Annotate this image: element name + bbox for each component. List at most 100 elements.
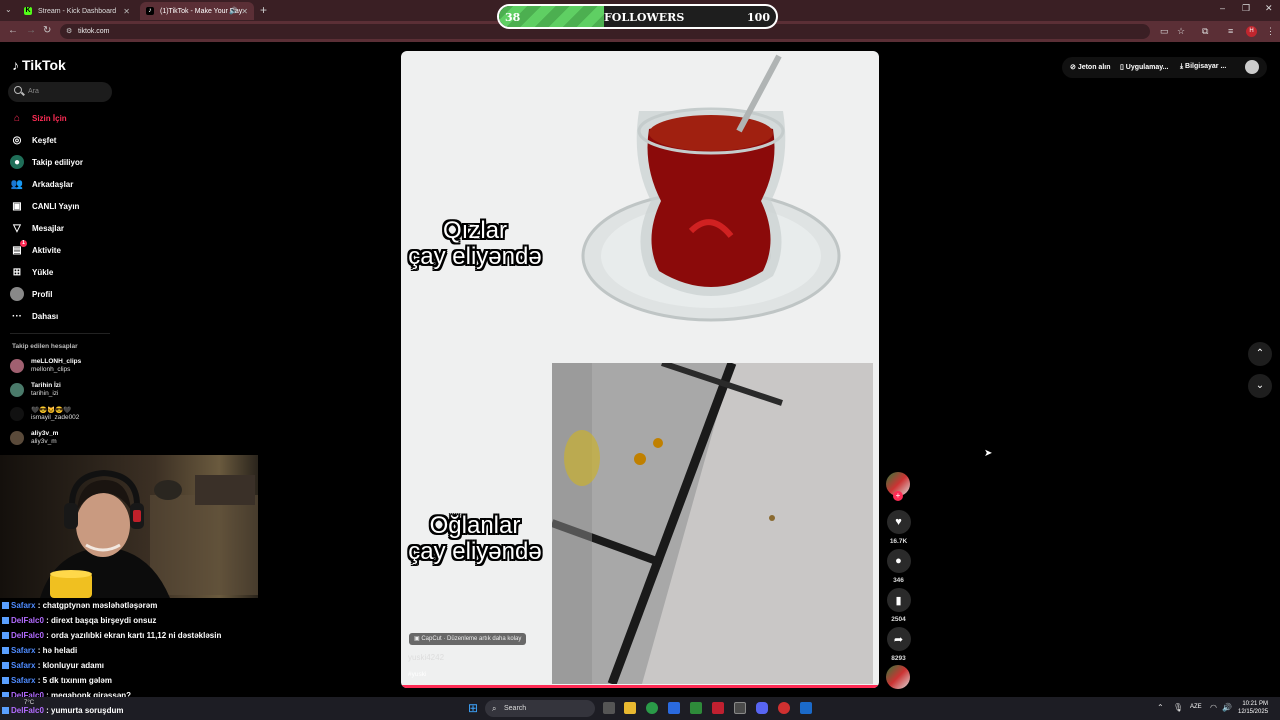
nav-messages[interactable]: ▽ Mesajlar [10, 220, 64, 236]
capcut-text: CapCut · Düzenleme artık daha kolay [421, 636, 522, 642]
like-button[interactable]: ♥ 16.7K [886, 510, 911, 545]
store-icon[interactable] [668, 702, 680, 714]
chat-user: Safarx [11, 646, 36, 655]
chat-message: DelFalc0 : yumurta soruşdum [2, 706, 123, 715]
nav-label: Arkadaşlar [32, 179, 74, 189]
bookmark-star-icon[interactable]: ☆ [1177, 26, 1185, 37]
reload-icon[interactable]: ↻ [43, 25, 51, 36]
tab-tiktok[interactable]: ♪ (1)TikTok - Make Your Day 🔊 ✕ [140, 2, 254, 20]
profile-icon [10, 287, 24, 301]
streamer-image [40, 469, 258, 598]
nav-label: Dahası [32, 311, 59, 321]
get-coins-button[interactable]: ⊘ Jeton alın [1070, 63, 1111, 71]
like-count: 16.7K [889, 538, 908, 545]
discord-icon[interactable] [756, 702, 768, 714]
media-icon[interactable]: ≡ [1228, 26, 1233, 36]
comment-button[interactable]: ● 346 [886, 549, 911, 584]
nav-for-you[interactable]: ⌂ Sizin İçin [10, 110, 67, 126]
tray-chevron-icon[interactable]: ⌃ [1157, 703, 1164, 712]
nav-more[interactable]: ··· Dahası [10, 308, 58, 324]
music-disc-icon[interactable] [886, 665, 910, 689]
badge-icon [2, 662, 9, 669]
get-app-button[interactable]: ▯ Uygulamay... [1120, 63, 1168, 71]
close-window-icon[interactable]: ✕ [1265, 3, 1273, 14]
app-icon[interactable] [778, 702, 790, 714]
nav-label: CANLI Yayın [32, 201, 80, 211]
share-count: 8293 [891, 655, 906, 662]
nav-friends[interactable]: 👥 Arkadaşlar [10, 176, 74, 192]
nav-activity[interactable]: ▤ 1 Aktivite [10, 240, 61, 258]
previous-video-button[interactable]: ⌃ [1248, 342, 1272, 366]
wifi-icon[interactable]: ◠ [1210, 703, 1217, 712]
button-label: Uygulamay... [1125, 64, 1169, 71]
new-tab-button[interactable]: + [260, 3, 267, 17]
capcut-badge[interactable]: ▣ CapCut · Düzenleme artık daha kolay [409, 633, 527, 645]
steam-icon[interactable] [800, 702, 812, 714]
badge-icon [2, 707, 9, 714]
search-icon [14, 86, 22, 94]
volume-icon[interactable]: 🔊 [1222, 703, 1232, 712]
nav-profile[interactable]: Profil [10, 286, 52, 302]
forward-icon[interactable]: → [26, 25, 36, 36]
app-icon[interactable] [690, 702, 702, 714]
account-handle: aliy3v_m [31, 438, 57, 445]
clock[interactable]: 10:21 PM 12/15/2025 [1238, 700, 1268, 716]
browser-icon[interactable] [734, 702, 746, 714]
search-input[interactable]: Ara [8, 82, 112, 102]
tea-glass-image [581, 54, 841, 322]
account-name: aliy3v_m [31, 430, 59, 437]
task-view-icon[interactable] [603, 702, 615, 714]
cast-icon[interactable]: ▭ [1160, 26, 1169, 37]
mic-icon[interactable]: 🎙 [1173, 703, 1183, 712]
compass-icon: ◎ [12, 134, 22, 146]
extensions-icon[interactable]: ⧉ [1202, 26, 1208, 37]
back-icon[interactable]: ← [8, 25, 18, 36]
heart-icon: ♥ [886, 510, 911, 534]
nav-upload[interactable]: ⊞ Yükle [10, 264, 54, 280]
close-icon[interactable]: ✕ [241, 7, 248, 16]
app-icon[interactable] [712, 702, 724, 714]
nav-label: Keşfet [32, 135, 57, 145]
chrome-icon[interactable] [646, 702, 658, 714]
tab-search-icon[interactable]: ⌄ [5, 5, 12, 14]
badge-icon [2, 602, 9, 609]
taskbar-search[interactable]: ⌕ Search [485, 700, 595, 717]
profile-avatar-icon[interactable] [1245, 60, 1259, 74]
save-count: 2504 [891, 616, 906, 623]
nav-following[interactable]: ● Takip ediliyor [10, 154, 83, 170]
video-player[interactable]: Qızlar çay eliyəndə ▣ CapCut · Düzenleme… [401, 51, 879, 688]
nav-label: Takip ediliyor [32, 157, 83, 167]
follow-plus-icon[interactable]: + [893, 491, 903, 501]
account-handle: tarihin_izi [31, 390, 59, 397]
windows-start-icon[interactable]: ⊞ [468, 701, 478, 715]
site-info-icon[interactable]: ⚙ [66, 24, 72, 39]
tiktok-logo[interactable]: ♪ TikTok [12, 57, 66, 73]
profile-avatar-icon[interactable]: H [1246, 26, 1257, 37]
speaker-icon[interactable]: 🔊 [229, 7, 238, 15]
menu-icon[interactable]: ⋮ [1266, 26, 1275, 37]
messages-icon: ▽ [13, 222, 21, 234]
restore-icon[interactable]: ❐ [1242, 3, 1250, 14]
video-hashtag[interactable]: #yuski [408, 671, 426, 678]
nav-live[interactable]: ▣ CANLI Yayın [10, 198, 79, 214]
save-button[interactable]: ▮ 2504 [886, 588, 911, 623]
minimize-icon[interactable]: – [1220, 3, 1225, 13]
caption-line: çay eliyəndə [408, 538, 542, 565]
next-video-button[interactable]: ⌄ [1248, 374, 1272, 398]
tab-kick-dashboard[interactable]: K Stream - Kick Dashboard ✕ [18, 2, 136, 20]
upload-icon: ⊞ [12, 266, 22, 278]
nav-explore[interactable]: ◎ Keşfet [10, 132, 57, 148]
caption-line: Qızlar [442, 217, 507, 244]
bookmark-icon: ▮ [886, 588, 911, 612]
nav-label: Sizin İçin [32, 113, 67, 123]
chat-message: DelFalc0 : orda yazılıbki ekran kartı 11… [2, 631, 221, 640]
close-icon[interactable]: ✕ [123, 7, 130, 16]
tiktok-icon: ♪ [146, 7, 154, 15]
language-indicator[interactable]: AZE [1190, 704, 1202, 710]
share-button[interactable]: ➦ 8293 [886, 627, 911, 662]
video-progress-bar[interactable] [401, 685, 879, 688]
file-explorer-icon[interactable] [624, 702, 636, 714]
badge-icon [2, 647, 9, 654]
pc-app-button[interactable]: ⤓ Bilgisayar ... [1180, 63, 1226, 71]
video-username[interactable]: yuski4242 [408, 653, 444, 662]
